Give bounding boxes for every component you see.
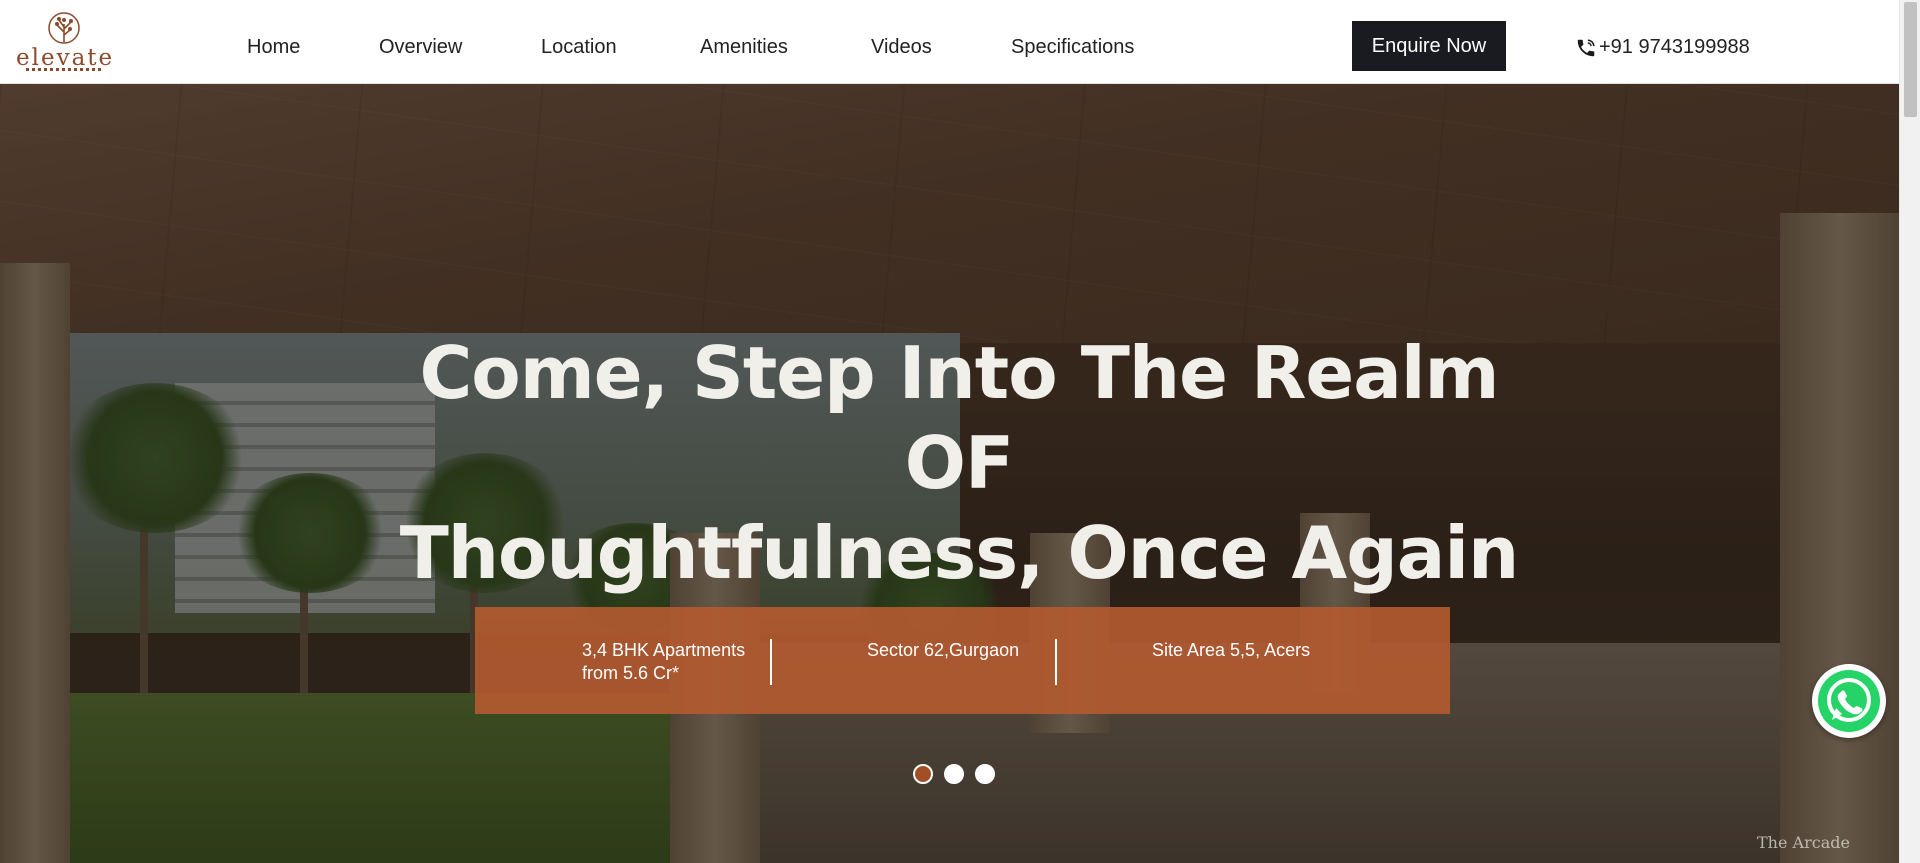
brand-logo[interactable]: elevate xyxy=(16,12,114,76)
nav-videos[interactable]: Videos xyxy=(871,36,932,59)
phone-number: +91 9743199988 xyxy=(1599,36,1750,58)
nav-overview[interactable]: Overview xyxy=(379,36,462,59)
nav-home[interactable]: Home xyxy=(247,36,300,59)
phone-link[interactable]: +91 9743199988 xyxy=(1575,36,1750,59)
project-info-bar: 3,4 BHK Apartments from 5.6 Cr* Sector 6… xyxy=(475,607,1450,714)
hero-title-line1: Come, Step Into The Realm OF xyxy=(419,331,1499,505)
tree-logo-icon xyxy=(48,12,80,44)
info-location: Sector 62,Gurgaon xyxy=(867,640,1020,660)
slider-dot-1[interactable] xyxy=(913,764,933,784)
hero-title-line2: Thoughtfulness, Once Again xyxy=(399,511,1520,595)
slider-dot-2[interactable] xyxy=(944,764,964,784)
info-configuration-line2: from 5.6 Cr* xyxy=(582,663,680,683)
hero-slider: Come, Step Into The Realm OF Thoughtfuln… xyxy=(0,83,1899,863)
nav-location[interactable]: Location xyxy=(541,36,617,59)
hero-title: Come, Step Into The Realm OF Thoughtfuln… xyxy=(390,328,1528,598)
nav-amenities[interactable]: Amenities xyxy=(700,36,788,59)
info-divider xyxy=(1055,639,1057,685)
phone-icon xyxy=(1577,38,1595,56)
image-caption: The Arcade xyxy=(1757,833,1850,852)
brand-tagline xyxy=(26,68,104,71)
page-scrollbar[interactable] xyxy=(1899,0,1920,863)
site-header: elevate Home Overview Location Amenities… xyxy=(0,0,1899,84)
enquire-now-button[interactable]: Enquire Now xyxy=(1352,21,1506,71)
nav-specifications[interactable]: Specifications xyxy=(1011,36,1134,59)
info-site-area: Site Area 5,5, Acers xyxy=(1152,640,1311,660)
info-configuration-line1: 3,4 BHK Apartments xyxy=(582,640,746,660)
slider-pagination xyxy=(913,764,1006,788)
info-configuration: 3,4 BHK Apartments from 5.6 Cr* xyxy=(582,639,745,685)
whatsapp-button[interactable] xyxy=(1812,664,1886,738)
slider-dot-3[interactable] xyxy=(975,764,995,784)
info-divider xyxy=(770,639,772,685)
scrollbar-thumb[interactable] xyxy=(1904,2,1917,117)
whatsapp-icon xyxy=(1818,670,1880,732)
